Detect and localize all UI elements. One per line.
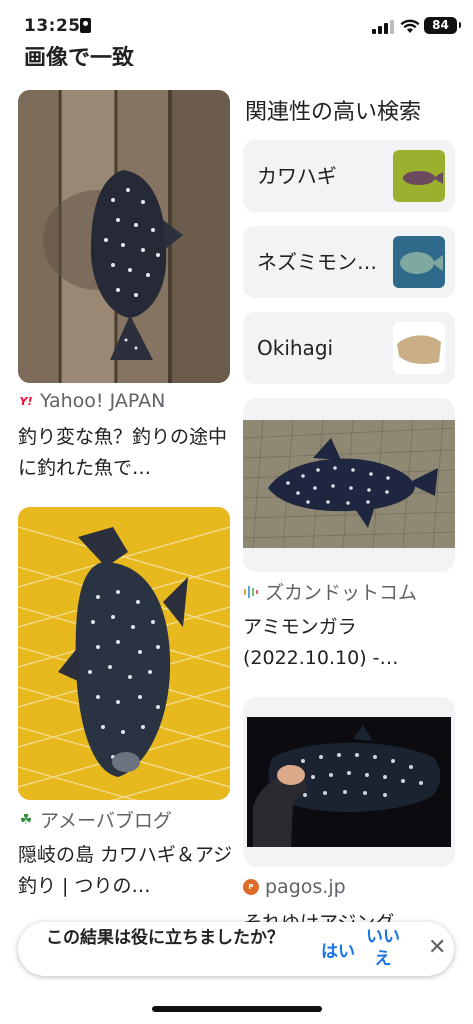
battery-indicator: 84 xyxy=(424,17,461,34)
cellular-signal-icon xyxy=(372,20,394,34)
result-image-fish-in-hand[interactable] xyxy=(243,697,455,867)
result-source: ☘ アメーバブログ xyxy=(19,810,172,832)
result-source: Y! Yahoo! JAPAN xyxy=(19,390,166,412)
related-search-nezumimongara[interactable]: ネズミモン… xyxy=(243,226,455,298)
result-title[interactable]: 釣り変な魚？釣りの途中に釣れた魚で… xyxy=(18,422,230,484)
person-icon xyxy=(80,18,91,33)
feedback-bar: この結果は役に立ちましたか？ はい いいえ ✕ xyxy=(18,922,454,976)
ameba-logo-icon: ☘ xyxy=(19,811,33,828)
wifi-icon xyxy=(400,19,420,33)
feedback-no-button[interactable]: いいえ xyxy=(366,926,400,970)
section-heading-partial: 画像で一致 xyxy=(24,46,135,66)
related-thumb xyxy=(393,322,445,374)
result-source: P pagos.jp xyxy=(243,876,346,898)
result-card-pagos[interactable] xyxy=(243,697,455,867)
close-icon[interactable]: ✕ xyxy=(428,935,446,960)
yahoo-logo-icon: Y! xyxy=(19,394,33,408)
result-image-fish-on-wood[interactable] xyxy=(18,90,230,383)
home-indicator xyxy=(152,1006,322,1012)
result-title[interactable]: アミモンガラ (2022.10.10) -… xyxy=(243,612,455,674)
result-card-zukan[interactable] xyxy=(243,398,455,572)
result-source: ズカンドットコム xyxy=(243,578,417,605)
result-image-fish-on-net[interactable] xyxy=(243,398,455,572)
status-time: 13:25 xyxy=(24,16,81,36)
feedback-yes-button[interactable]: はい xyxy=(321,937,355,962)
related-thumb xyxy=(393,236,445,288)
feedback-question: この結果は役に立ちましたか？ xyxy=(46,928,284,948)
related-searches-title: 関連性の高い検索 xyxy=(245,100,422,125)
zukan-logo-icon xyxy=(243,584,259,600)
result-title[interactable]: 隠岐の島 カワハギ＆アジ釣り | つりの… xyxy=(18,840,233,902)
pagos-logo-icon: P xyxy=(243,879,259,895)
related-thumb xyxy=(393,150,445,202)
related-search-kawahagi[interactable]: カワハギ xyxy=(243,140,455,212)
related-search-okihagi[interactable]: Okihagi xyxy=(243,312,455,384)
result-image-fish-on-yellow[interactable] xyxy=(18,507,230,800)
